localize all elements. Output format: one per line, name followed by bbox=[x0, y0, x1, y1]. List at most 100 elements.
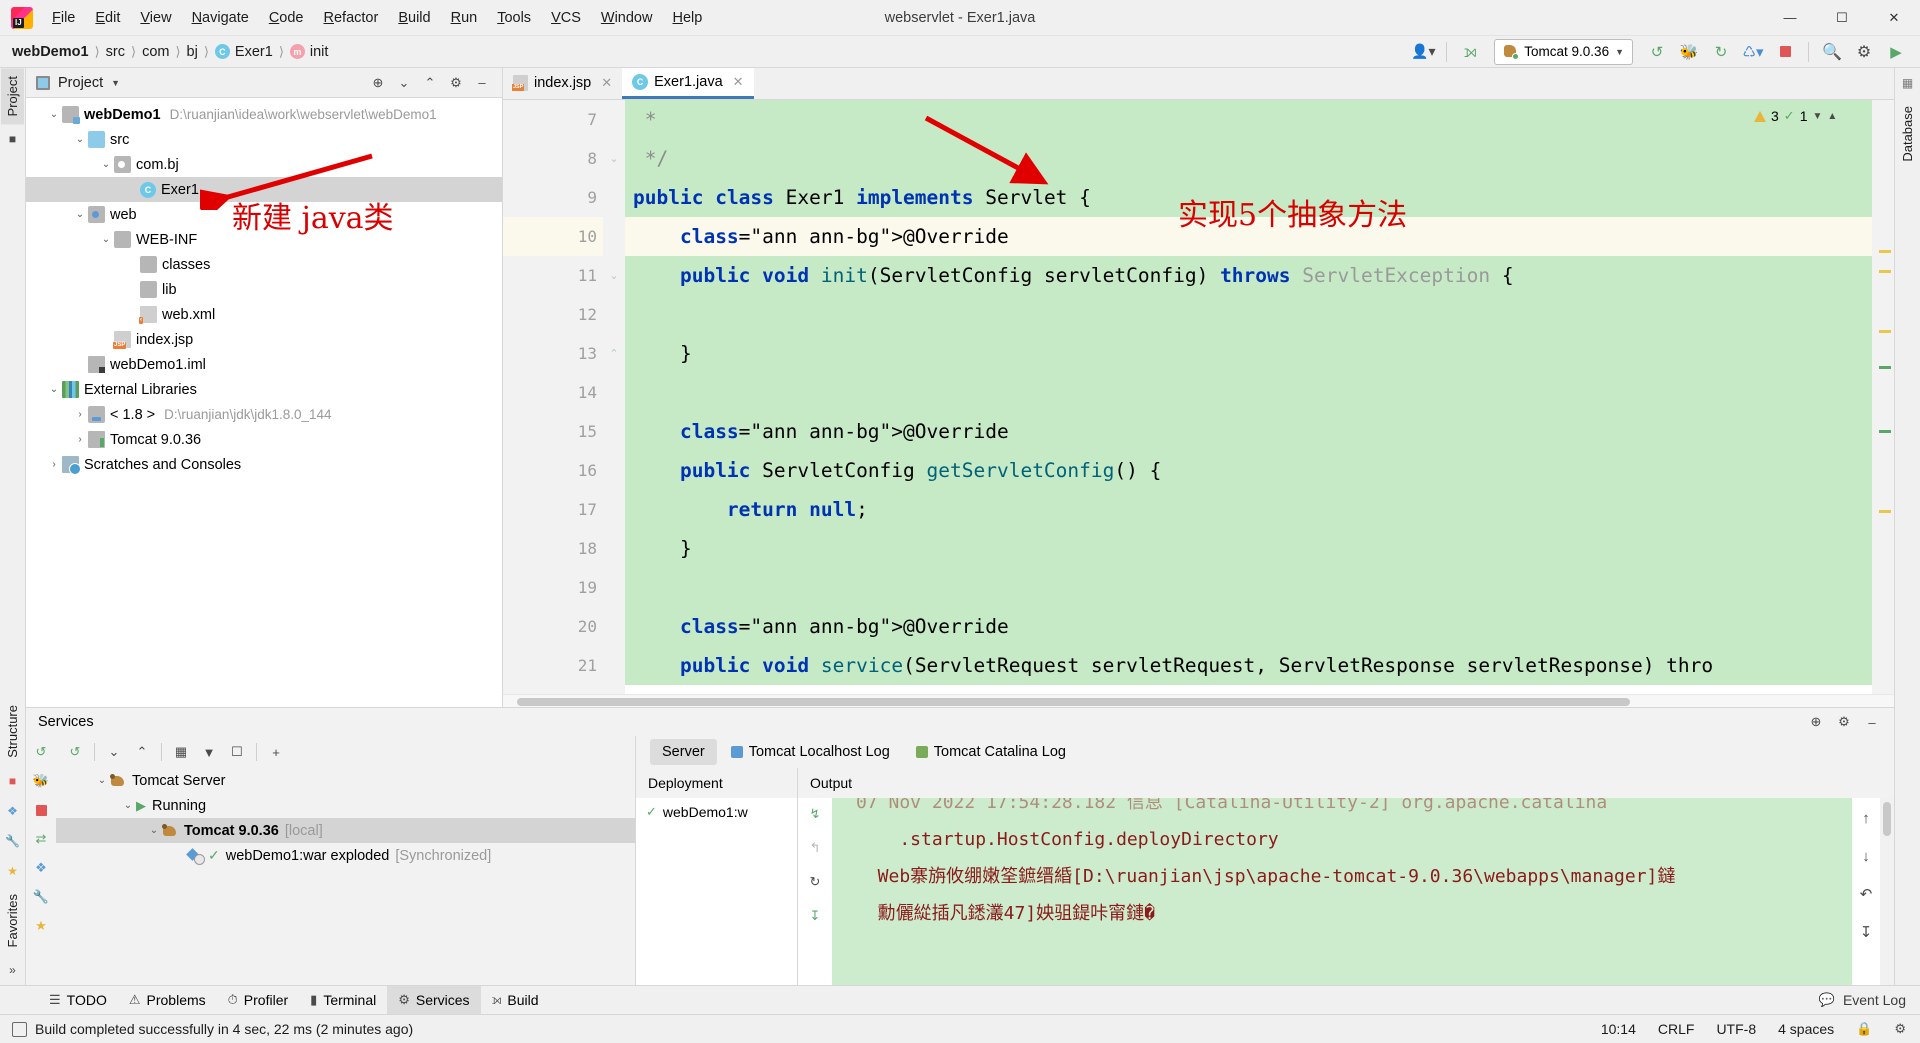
tree-node-src[interactable]: ⌄ src bbox=[26, 127, 502, 152]
hide-panel-icon[interactable]: – bbox=[470, 71, 494, 95]
stop-strip-icon[interactable]: ■ bbox=[3, 771, 23, 791]
code-line-9[interactable]: public class Exer1 implements Servlet { bbox=[625, 178, 1872, 217]
tree-node-exer1[interactable]: >CExer1 bbox=[26, 177, 502, 202]
menu-item-build[interactable]: Build bbox=[388, 0, 440, 36]
tree-node-classes[interactable]: >classes bbox=[26, 252, 502, 277]
collapse-all-icon[interactable]: ⌃ bbox=[129, 740, 155, 764]
expand-all-icon[interactable]: ⌄ bbox=[392, 71, 416, 95]
gutter-line-18[interactable]: 18 bbox=[503, 529, 603, 568]
tree-node-index-jsp[interactable]: >JSPindex.jsp bbox=[26, 327, 502, 352]
deploy-icon[interactable]: ↯ bbox=[805, 804, 825, 824]
gutter-line-8[interactable]: 8 bbox=[503, 139, 603, 178]
file-encoding[interactable]: UTF-8 bbox=[1716, 1021, 1756, 1037]
chevron-up-icon[interactable]: ▲ bbox=[1827, 111, 1837, 122]
services-tree[interactable]: ⌄ Tomcat Server ⌄ ▶ Running ⌄ Tomcat 9.0.36 [lo… bbox=[56, 768, 635, 985]
gutter-line-12[interactable]: 12 bbox=[503, 295, 603, 334]
marker-warning[interactable] bbox=[1879, 330, 1891, 333]
gutter-line-15[interactable]: 15 bbox=[503, 412, 603, 451]
tree-node-web-xml[interactable]: >‹web.xml bbox=[26, 302, 502, 327]
menu-item-help[interactable]: Help bbox=[662, 0, 712, 36]
tree-node-scratches[interactable]: › Scratches and Consoles bbox=[26, 452, 502, 477]
group-icon[interactable]: ▦ bbox=[168, 740, 194, 764]
breadcrumb-class[interactable]: C Exer1 bbox=[214, 44, 273, 60]
close-icon[interactable]: ✕ bbox=[733, 74, 744, 90]
gutter-line-16[interactable]: 16I↑ bbox=[503, 451, 645, 490]
tree-toggle-icon[interactable]: › bbox=[46, 459, 62, 470]
bookmarks-icon[interactable]: ■ bbox=[3, 129, 23, 149]
menu-item-edit[interactable]: Edit bbox=[85, 0, 130, 36]
breadcrumb-method[interactable]: m init bbox=[289, 44, 328, 60]
tool-window-profiler[interactable]: ⏱ Profiler bbox=[217, 986, 300, 1015]
breadcrumb-src[interactable]: src bbox=[106, 44, 125, 60]
menu-item-window[interactable]: Window bbox=[591, 0, 663, 36]
restart-icon[interactable]: ↻ bbox=[805, 872, 825, 892]
tree-toggle-icon[interactable]: ⌄ bbox=[46, 109, 62, 120]
tree-node-web-inf[interactable]: ⌄ WEB-INF bbox=[26, 227, 502, 252]
services-tab-tomcat-catalina-log[interactable]: Tomcat Catalina Log bbox=[904, 739, 1078, 765]
menu-item-run[interactable]: Run bbox=[441, 0, 488, 36]
scroll-end-icon[interactable]: ↧ bbox=[1856, 922, 1876, 942]
code-line-15[interactable]: class="ann ann-bg">@Override bbox=[625, 412, 1872, 451]
breadcrumb-com[interactable]: com bbox=[142, 44, 169, 60]
more-icon[interactable]: » bbox=[3, 960, 23, 980]
ide-run-icon[interactable]: ▶ bbox=[1882, 39, 1910, 65]
tool-window-build[interactable]: ⟕ Build bbox=[481, 986, 550, 1015]
services-tab-server[interactable]: Server bbox=[650, 739, 717, 765]
close-icon[interactable]: ✕ bbox=[601, 75, 612, 91]
star-icon[interactable]: ★ bbox=[3, 861, 23, 881]
tree-toggle-icon[interactable]: › bbox=[72, 409, 88, 420]
update-icon[interactable]: ♺▾ bbox=[1739, 39, 1767, 65]
add-icon[interactable]: + bbox=[263, 740, 289, 764]
code-line-18[interactable]: } bbox=[625, 529, 1872, 568]
wrench-icon[interactable]: 🔧 bbox=[3, 831, 23, 851]
editor-gutter[interactable]: 7 8 9 10 11I↑ 12 13 14 15 16I↑ 17 18 19 20 21I↑ bbox=[503, 100, 646, 707]
settings-gear-icon[interactable]: ⚙ bbox=[444, 71, 468, 95]
tree-toggle-icon[interactable]: ⌄ bbox=[46, 384, 62, 395]
inspection-widget[interactable]: 3 ✓ 1 ▼ ▲ bbox=[1754, 100, 1837, 124]
chevron-down-icon[interactable]: ▼ bbox=[1813, 111, 1823, 122]
editor-tab-exer1-java[interactable]: C Exer1.java ✕ bbox=[622, 67, 754, 99]
rerun-icon[interactable]: ↺ bbox=[62, 740, 88, 764]
locate-icon[interactable]: ⊕ bbox=[366, 71, 390, 95]
gutter-line-14[interactable]: 14 bbox=[503, 373, 603, 412]
marker-warning[interactable] bbox=[1879, 270, 1891, 273]
tree-toggle-icon[interactable]: ⌄ bbox=[94, 775, 110, 786]
tree-node-tomcat-lib[interactable]: › Tomcat 9.0.36 bbox=[26, 427, 502, 452]
breadcrumb-bj[interactable]: bj bbox=[187, 44, 198, 60]
services-node-tomcat-9036[interactable]: ⌄ Tomcat 9.0.36 [local] bbox=[56, 818, 635, 843]
menu-item-view[interactable]: View bbox=[130, 0, 181, 36]
breadcrumb-project[interactable]: webDemo1 bbox=[12, 44, 89, 60]
tree-toggle-icon[interactable]: ⌄ bbox=[72, 209, 88, 220]
wrench-icon[interactable]: 🔧 bbox=[31, 887, 51, 907]
tree-node-iml[interactable]: >webDemo1.iml bbox=[26, 352, 502, 377]
locate-icon[interactable]: ⊕ bbox=[1804, 710, 1828, 734]
tool-window-todo[interactable]: ☰ TODO bbox=[38, 986, 118, 1015]
code-line-10[interactable]: class="ann ann-bg">@Override bbox=[625, 217, 1872, 256]
deployment-item[interactable]: ✓ webDemo1:w bbox=[636, 798, 797, 820]
output-vertical-scrollbar[interactable] bbox=[1880, 798, 1894, 985]
tool-tab-structure[interactable]: Structure bbox=[1, 697, 24, 766]
redeploy-icon[interactable]: ⇄ bbox=[31, 829, 51, 849]
tree-toggle-icon[interactable]: ⌄ bbox=[98, 159, 114, 170]
gutter-line-20[interactable]: 20 bbox=[503, 607, 603, 646]
marker-warning[interactable] bbox=[1879, 510, 1891, 513]
run-configuration-selector[interactable]: Tomcat 9.0.36 ▼ bbox=[1494, 38, 1633, 65]
filter-icon[interactable]: ▼ bbox=[196, 740, 222, 764]
output-log-text[interactable]: 07 Nov 2022 17:54:28.182 信息 [Catalina-Ut… bbox=[832, 798, 1852, 985]
settings-gear-icon[interactable]: ⚙ bbox=[1832, 710, 1856, 734]
debug-icon[interactable]: 🐝 bbox=[31, 771, 51, 791]
user-icon[interactable]: 👤▾ bbox=[1409, 39, 1437, 65]
editor-horizontal-scrollbar[interactable] bbox=[503, 694, 1894, 707]
chevron-down-icon[interactable]: ▼ bbox=[111, 78, 120, 88]
code-line-16[interactable]: public ServletConfig getServletConfig() … bbox=[625, 451, 1872, 490]
tool-tab-project[interactable]: Project bbox=[1, 68, 24, 125]
tool-window-services[interactable]: ⚙ Services bbox=[387, 985, 481, 1015]
marker-ok[interactable] bbox=[1879, 366, 1891, 369]
marker-ok[interactable] bbox=[1879, 430, 1891, 433]
caret-position[interactable]: 10:14 bbox=[1601, 1021, 1636, 1037]
deploy-icon[interactable]: ❖ bbox=[31, 858, 51, 878]
gutter-line-10[interactable]: 10 bbox=[503, 217, 603, 256]
expand-all-icon[interactable]: ⌄ bbox=[101, 740, 127, 764]
fold-marker-icon[interactable]: ⌄ bbox=[608, 270, 620, 282]
gutter-line-13[interactable]: 13 bbox=[503, 334, 603, 373]
